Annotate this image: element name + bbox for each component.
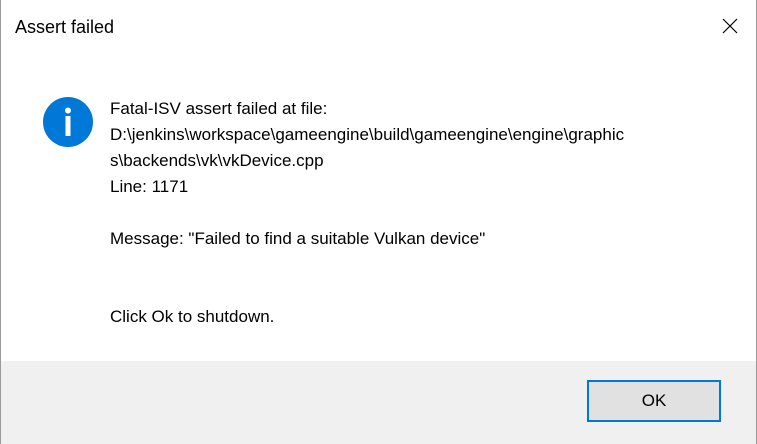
close-icon bbox=[722, 18, 738, 34]
close-button[interactable] bbox=[704, 0, 756, 52]
info-icon bbox=[43, 97, 93, 147]
window-title: Assert failed bbox=[15, 17, 115, 37]
line-number: Line: 1171 bbox=[110, 177, 189, 196]
assert-dialog: Assert failed Fatal-ISV assert failed at… bbox=[0, 0, 757, 444]
file-path-line-1: D:\jenkins\workspace\gameengine\build\ga… bbox=[110, 125, 625, 144]
error-message: Message: "Failed to find a suitable Vulk… bbox=[110, 229, 486, 248]
dialog-content: Fatal-ISV assert failed at file: D:\jenk… bbox=[1, 52, 756, 361]
instruction-text: Click Ok to shutdown. bbox=[110, 307, 275, 326]
message-text: Fatal-ISV assert failed at file: D:\jenk… bbox=[110, 96, 730, 330]
assert-header-line: Fatal-ISV assert failed at file: bbox=[110, 99, 328, 118]
file-path-line-2: s\backends\vk\vkDevice.cpp bbox=[110, 151, 324, 170]
button-bar: OK bbox=[1, 361, 756, 444]
title-bar[interactable]: Assert failed bbox=[1, 0, 756, 52]
ok-button-label: OK bbox=[641, 391, 667, 410]
ok-button[interactable]: OK bbox=[587, 380, 721, 422]
